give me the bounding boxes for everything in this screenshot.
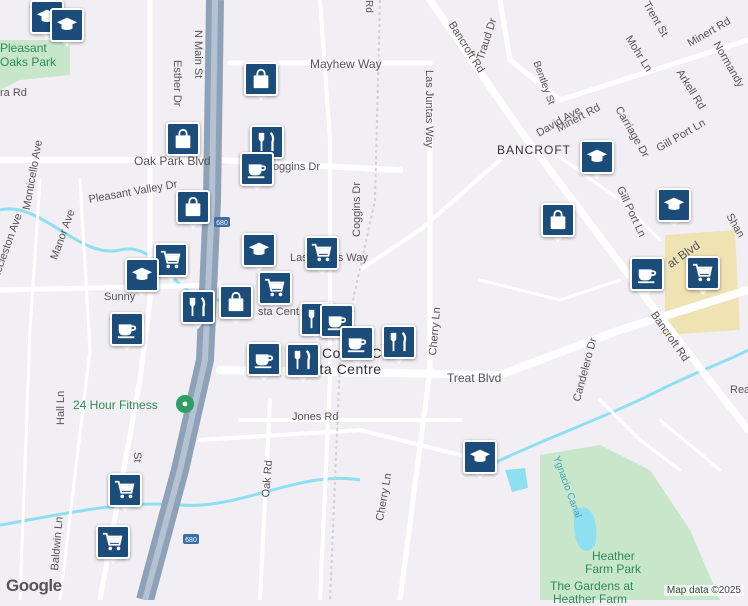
map-pin-cafe[interactable] [340,326,374,365]
shopping-cart-icon [154,243,188,277]
highway-shield-label: 680 [216,220,228,227]
map-pin-restaurant[interactable] [382,325,416,364]
shopping-cart-icon [305,236,339,270]
coffee-cup-icon [110,312,144,346]
street-label-las-juntas-way: Las Juntas Way [423,70,435,148]
park-label-heather-farm-2: Farm Park [585,562,642,576]
fitness-poi-icon[interactable]: ● [176,395,194,413]
graduation-cap-icon [580,140,614,174]
map-pin-school[interactable] [125,258,159,297]
shopping-cart-icon [258,271,292,305]
street-label-treat-blvd: Treat Blvd [447,371,502,385]
street-label-jones-rd: Jones Rd [292,411,339,423]
graduation-cap-icon [242,233,276,267]
map-pin-shopping[interactable] [166,122,200,161]
graduation-cap-icon [657,188,691,222]
shopping-bag-icon [244,62,278,96]
map-pin-school[interactable] [50,8,84,47]
highway-shield-label: 680 [185,537,197,544]
shopping-cart-icon [96,525,130,559]
street-label-mayhew-way: Mayhew Way [310,57,382,71]
fork-knife-icon [181,290,215,324]
street-label-coggins-dr-mid: Coggins Dr [351,181,363,237]
poi-label-24-hour-fitness[interactable]: 24 Hour Fitness [73,399,158,411]
park-label-heather-farm-1: Heather [592,549,635,563]
park-label-pleasant-oaks-2: Oaks Park [0,55,57,69]
highway-shield-680-b: 680 [183,534,199,544]
area-label-bancroft: BANCROFT [497,143,571,157]
graduation-cap-icon [463,440,497,474]
map-pin-grocery[interactable] [258,271,292,310]
map-pin-grocery[interactable] [305,236,339,275]
map-attribution[interactable]: Map data ©2025 [663,585,744,596]
map-pin-shopping[interactable] [176,190,210,229]
street-label-coggins-dr-top: Rd [363,0,374,13]
coffee-cup-icon [240,152,274,186]
street-label-hall-ln: Hall Ln [55,390,67,425]
map-pin-cafe[interactable] [247,342,281,381]
map-pin-school[interactable] [463,440,497,479]
street-label-ra-rd: ra Rd [0,87,27,99]
map-pin-restaurant[interactable] [181,290,215,329]
street-label-oak-park-blvd: Oak Park Blvd [134,154,211,168]
shopping-cart-icon [686,256,720,290]
map-pin-cafe[interactable] [240,152,274,191]
shopping-bag-icon [176,190,210,224]
fork-knife-icon [382,325,416,359]
graduation-cap-icon [125,258,159,292]
map-pin-restaurant[interactable] [286,343,320,382]
map-pin-shopping[interactable] [244,62,278,101]
fork-knife-icon [286,343,320,377]
map-pin-school[interactable] [657,188,691,227]
map-pin-grocery[interactable] [108,473,142,512]
google-logo[interactable]: Google [6,576,62,596]
map-pin-grocery[interactable] [686,256,720,295]
map-pin-shopping[interactable] [541,203,575,242]
shopping-bag-icon [541,203,575,237]
coffee-cup-icon [630,257,664,291]
map-pin-grocery[interactable] [154,243,188,282]
area-label-contra-costa-2: sta Centre [312,361,382,377]
street-label-st: St [131,452,143,463]
street-label-esther-dr: Esther Dr [171,60,183,107]
street-label-sunny: Sunny [104,291,136,303]
map-pin-shopping[interactable] [219,285,253,324]
park-label-gardens-1: The Gardens at [550,579,634,593]
shopping-bag-icon [166,122,200,156]
graduation-cap-icon [50,8,84,42]
map-pin-grocery[interactable] [96,525,130,564]
map-pin-cafe[interactable] [630,257,664,296]
coffee-cup-icon [340,326,374,360]
shopping-cart-icon [108,473,142,507]
park-label-gardens-2: Heather Farm [553,592,628,606]
map-pin-school[interactable] [242,233,276,272]
map-pin-cafe[interactable] [110,312,144,351]
coffee-cup-icon [247,342,281,376]
street-label-n-main-st: N Main St [192,30,204,79]
street-label-read: Read [730,384,748,396]
highway-shield-680-a: 680 [214,217,230,227]
shopping-bag-icon [219,285,253,319]
map-pin-school[interactable] [580,140,614,179]
park-label-pleasant-oaks-1: Pleasant [0,41,47,55]
